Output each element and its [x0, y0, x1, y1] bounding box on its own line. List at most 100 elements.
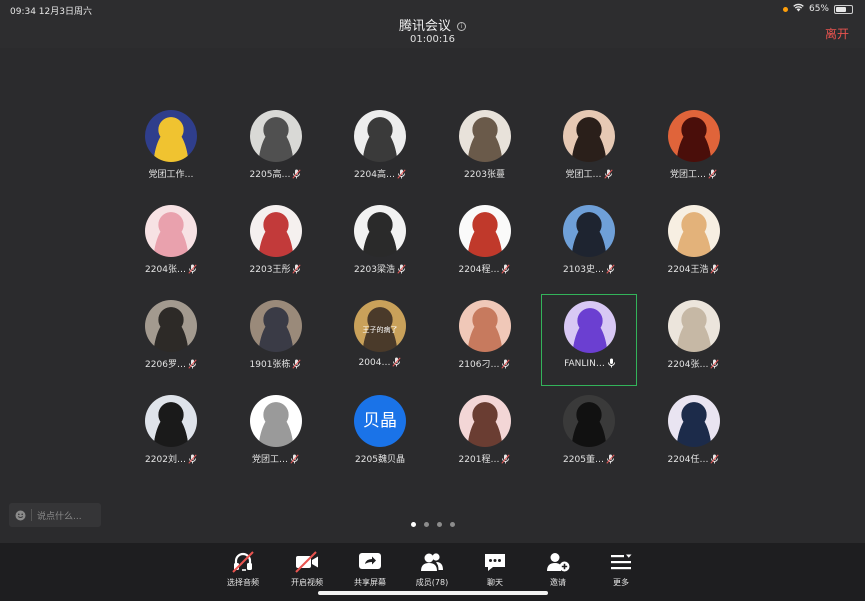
- select-audio-button[interactable]: 选择音频: [215, 551, 271, 588]
- page-dot[interactable]: [410, 522, 416, 527]
- toolbar-label: 开启视频: [291, 578, 323, 587]
- participant-name: 2204高…: [354, 170, 395, 180]
- participant-tile[interactable]: 2205高…: [228, 104, 324, 196]
- share-screen-button[interactable]: 共享屏幕: [342, 551, 398, 588]
- participant-name-row: 2203张蔓: [437, 167, 533, 180]
- participant-name: 2205高…: [249, 170, 291, 180]
- participant-name: 2204王浩: [667, 265, 709, 275]
- page-dot[interactable]: [436, 522, 442, 527]
- avatar: [563, 205, 615, 257]
- participant-tile[interactable]: 2201程…: [437, 389, 533, 481]
- participant-tile[interactable]: 2103史…: [541, 199, 637, 291]
- avatar: [667, 395, 720, 447]
- participant-tile[interactable]: 1901张栋: [228, 294, 324, 386]
- participant-name: 党团工…: [251, 455, 288, 465]
- participant-tile[interactable]: 2106刁…: [437, 294, 533, 386]
- page-dot[interactable]: [423, 522, 429, 527]
- info-icon[interactable]: i: [457, 22, 466, 31]
- participant-name-row: 2205魏贝晶: [332, 452, 428, 465]
- participant-name: 2106刁…: [458, 360, 500, 370]
- participant-name: 2202刘…: [145, 455, 186, 465]
- avatar: [458, 205, 511, 257]
- mic-muted-icon: [606, 264, 615, 277]
- participant-tile[interactable]: 2203张蔓: [437, 104, 533, 196]
- participant-name: FANLIN…: [564, 359, 605, 369]
- more-button[interactable]: 更多: [593, 551, 649, 588]
- mic-muted-icon: [710, 264, 720, 277]
- participant-tile[interactable]: 2206罗…: [123, 294, 219, 386]
- participant-name: 2103史…: [563, 265, 604, 275]
- avatar: [458, 110, 511, 162]
- avatar: [145, 110, 197, 162]
- participant-name: 2004…: [358, 358, 391, 368]
- participant-name: 党团工…: [565, 170, 602, 180]
- participant-name-row: 2204张…: [123, 262, 219, 277]
- participant-tile[interactable]: 党团工…: [646, 104, 742, 196]
- participant-grid: 党团工作… 2205高… 2204高… 2203张蔓 党团工… 党团工… 2204张… 220…: [123, 104, 743, 484]
- participant-name-row: 2204王浩: [646, 262, 742, 277]
- participant-name-row: 2004…: [332, 357, 428, 370]
- invite-button[interactable]: 邀请: [530, 551, 586, 588]
- participant-name: 2204任…: [667, 455, 709, 465]
- mic-muted-icon: [188, 264, 197, 277]
- participant-tile[interactable]: 2204高…: [332, 104, 428, 196]
- avatar: [563, 110, 615, 162]
- avatar: 王子的病了: [354, 300, 406, 352]
- participant-name: 2204张…: [145, 265, 186, 275]
- participant-tile[interactable]: 党团工…: [228, 389, 324, 481]
- avatar: [458, 395, 511, 447]
- mic-muted-icon: [392, 357, 402, 370]
- participant-name: 2204张…: [667, 360, 709, 370]
- participant-tile[interactable]: 2202刘…: [123, 389, 219, 481]
- participant-tile[interactable]: 贝晶 2205魏贝晶: [332, 389, 428, 481]
- participant-tile[interactable]: 2204张…: [123, 199, 219, 291]
- leave-button[interactable]: 离开: [825, 25, 849, 42]
- participant-tile[interactable]: 2205董…: [541, 389, 637, 481]
- participant-name-row: 党团工…: [541, 167, 637, 182]
- participant-name-row: 1901张栋: [228, 357, 324, 372]
- page-indicator[interactable]: [0, 522, 865, 527]
- chat-button[interactable]: 聊天: [467, 551, 523, 588]
- participant-name-row: 2205董…: [541, 452, 637, 467]
- participant-name-row: 2202刘…: [123, 452, 219, 467]
- participant-tile[interactable]: 2204王浩: [646, 199, 742, 291]
- mic-muted-icon: [290, 454, 299, 467]
- participant-tile[interactable]: 王子的病了 2004…: [332, 294, 428, 386]
- participant-name-row: 2204张…: [646, 357, 742, 372]
- participant-tile[interactable]: 2204张…: [646, 294, 742, 386]
- avatar: [667, 300, 720, 352]
- participant-tile[interactable]: FANLIN…: [541, 294, 637, 386]
- battery-icon: [834, 4, 853, 14]
- video-off-icon: [279, 551, 335, 573]
- avatar: [249, 395, 302, 447]
- participant-tile[interactable]: 党团工…: [541, 104, 637, 196]
- participant-name: 2205董…: [563, 455, 604, 465]
- home-indicator[interactable]: [318, 591, 548, 595]
- avatar: [354, 205, 406, 257]
- start-video-button[interactable]: 开启视频: [279, 551, 335, 588]
- page-dot[interactable]: [449, 522, 455, 527]
- mic-muted-icon: [501, 359, 511, 372]
- participant-tile[interactable]: 2204任…: [646, 389, 742, 481]
- avatar: [145, 205, 197, 257]
- participant-name: 2206罗…: [145, 360, 186, 370]
- participant-name: 1901张栋: [249, 360, 291, 370]
- participant-tile[interactable]: 2204程…: [437, 199, 533, 291]
- members-icon: [404, 551, 460, 573]
- participant-name: 党团工…: [669, 170, 706, 180]
- participant-name-row: 2206罗…: [123, 357, 219, 372]
- toolbar-label: 邀请: [550, 578, 566, 587]
- mic-muted-icon: [501, 454, 511, 467]
- headset-off-icon: [215, 551, 271, 573]
- participant-tile[interactable]: 党团工作…: [123, 104, 219, 196]
- participant-tile[interactable]: 2203梁浩: [332, 199, 428, 291]
- mic-muted-icon: [397, 264, 406, 277]
- members-button[interactable]: 成员(78): [404, 551, 460, 588]
- mic-muted-icon: [292, 359, 302, 372]
- participant-tile[interactable]: 2203王彤: [228, 199, 324, 291]
- wifi-icon: [793, 3, 804, 15]
- chat-divider: [31, 509, 32, 521]
- participant-name-row: 党团工作…: [123, 167, 219, 180]
- participant-name: 2201程…: [458, 455, 500, 465]
- participant-name-row: 2204任…: [646, 452, 742, 467]
